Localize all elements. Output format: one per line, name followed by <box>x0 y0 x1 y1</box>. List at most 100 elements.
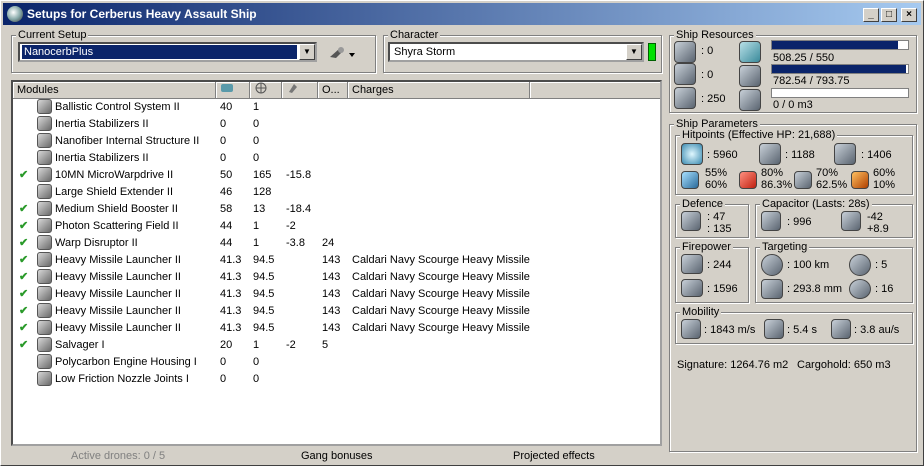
thermal-resist-armor: 86.3% <box>761 179 793 191</box>
character-value: Shyra Storm <box>394 46 456 58</box>
capacitor-delta-recharge: +8.9 <box>867 223 889 235</box>
module-optimal: 143 <box>322 305 341 317</box>
module-powergrid: 0 <box>253 373 260 385</box>
module-optimal: 5 <box>322 339 329 351</box>
targeting-label: Targeting <box>760 241 810 254</box>
table-row[interactable]: ✔ Heavy Missile Launcher II 41.3 94.5 143 Cal… <box>13 303 660 320</box>
col-modules[interactable]: Modules <box>13 82 216 99</box>
close-button[interactable]: × <box>901 8 917 22</box>
table-row[interactable]: Large Shield Extender II 46 128 <box>13 184 660 201</box>
character-label: Character <box>388 29 441 42</box>
defence-label: Defence <box>680 198 725 211</box>
powergrid-bar-fill <box>772 65 907 73</box>
setup-select[interactable]: NanocerbPlus ▼ <box>18 42 317 62</box>
cpu-bar <box>771 40 909 50</box>
active-drones-label[interactable]: Active drones: 0 / 5 <box>71 448 165 465</box>
em-resist-armor: 60% <box>705 179 728 191</box>
module-charge: Caldari Navy Scourge Heavy Missile <box>352 322 530 334</box>
maximize-button[interactable]: □ <box>881 8 897 22</box>
col-powergrid[interactable] <box>250 82 282 99</box>
module-powergrid: 94.5 <box>253 322 275 334</box>
module-capacitor: -15.8 <box>286 169 312 181</box>
cpu-icon <box>739 41 761 63</box>
module-powergrid: 94.5 <box>253 271 275 283</box>
character-select[interactable]: Shyra Storm ▼ <box>388 42 644 62</box>
module-powergrid: 1 <box>253 339 260 351</box>
module-icon <box>37 167 52 182</box>
module-powergrid: 0 <box>253 356 260 368</box>
table-row[interactable]: Inertia Stabilizers II 0 0 <box>13 116 660 133</box>
module-icon <box>37 150 52 165</box>
velocity-value: : 1843 m/s <box>704 324 756 336</box>
ship-tools-icon <box>330 47 355 58</box>
table-row[interactable]: ✔ 10MN MicroWarpdrive II 50 165 -15.8 <box>13 167 660 184</box>
col-optimal[interactable]: O... <box>318 82 348 99</box>
col-charges[interactable]: Charges <box>348 82 530 99</box>
med-slot-icon <box>674 63 696 85</box>
table-row[interactable]: ✔ Heavy Missile Launcher II 41.3 94.5 143 Cal… <box>13 269 660 286</box>
module-optimal: 143 <box>322 271 341 283</box>
thermal-resist-icon <box>739 171 757 189</box>
shield-icon <box>681 143 703 165</box>
module-powergrid: 94.5 <box>253 288 275 300</box>
capacitor-label: Capacitor (Lasts: 28s) <box>760 198 872 211</box>
capacitor-icon <box>289 84 297 93</box>
module-optimal: 24 <box>322 237 335 249</box>
table-row[interactable]: Ballistic Control System II 40 1 <box>13 99 660 116</box>
module-cpu: 58 <box>220 203 233 215</box>
modules-list[interactable]: Modules O... Charges Ballistic Control S… <box>11 80 662 446</box>
setups-window: Setups for Cerberus Heavy Assault Ship _… <box>0 0 924 466</box>
col-capacitor[interactable] <box>282 82 318 99</box>
defence-icon <box>681 211 701 231</box>
module-capacitor: -2 <box>286 220 296 232</box>
window-title: Setups for Cerberus Heavy Assault Ship <box>27 7 257 21</box>
module-cpu: 41.3 <box>220 271 242 283</box>
setup-options-button[interactable] <box>327 43 359 63</box>
chevron-down-icon[interactable]: ▼ <box>626 44 642 60</box>
powergrid-bar <box>771 64 909 74</box>
module-cpu: 0 <box>220 135 227 147</box>
module-name: Low Friction Nozzle Joints I <box>55 373 189 385</box>
kinetic-resist-armor: 62.5% <box>816 179 848 191</box>
module-powergrid: 0 <box>253 118 260 130</box>
cargohold: Cargohold: 650 m3 <box>797 359 891 371</box>
table-row[interactable]: Polycarbon Engine Housing I 0 0 <box>13 354 660 371</box>
module-capacitor: -3.8 <box>286 237 305 249</box>
firepower-label: Firepower <box>680 241 733 254</box>
module-name: 10MN MicroWarpdrive II <box>55 169 174 181</box>
module-optimal: 143 <box>322 322 341 334</box>
gang-bonuses-label[interactable]: Gang bonuses <box>301 448 373 465</box>
armor-hp: : 1188 <box>785 149 815 161</box>
module-cpu: 0 <box>220 356 227 368</box>
table-row[interactable]: ✔ Salvager I 20 1 -2 5 <box>13 337 660 354</box>
chevron-down-icon[interactable]: ▼ <box>299 44 315 60</box>
module-cpu: 0 <box>220 118 227 130</box>
module-charge: Caldari Navy Scourge Heavy Missile <box>352 288 530 300</box>
hi-slot-icon <box>674 41 696 63</box>
powergrid-icon <box>739 65 761 87</box>
table-row[interactable]: Inertia Stabilizers II 0 0 <box>13 150 660 167</box>
projected-effects-label[interactable]: Projected effects <box>513 448 595 465</box>
col-cpu[interactable] <box>216 82 250 99</box>
module-name: Photon Scattering Field II <box>55 220 179 232</box>
table-row[interactable]: ✔ Photon Scattering Field II 44 1 -2 <box>13 218 660 235</box>
signature-radius: Signature: 1264.76 m2 <box>677 359 789 371</box>
table-row[interactable]: ✔ Heavy Missile Launcher II 41.3 94.5 143 Cal… <box>13 286 660 303</box>
module-name: Nanofiber Internal Structure II <box>55 135 200 147</box>
module-capacitor: -18.4 <box>286 203 312 215</box>
module-powergrid: 128 <box>253 186 272 198</box>
align-time-value: : 5.4 s <box>787 324 817 336</box>
minimize-button[interactable]: _ <box>863 8 879 22</box>
table-row[interactable]: Low Friction Nozzle Joints I 0 0 <box>13 371 660 388</box>
table-row[interactable]: ✔ Heavy Missile Launcher II 41.3 94.5 143 Cal… <box>13 252 660 269</box>
table-row[interactable]: ✔ Warp Disruptor II 44 1 -3.8 24 <box>13 235 660 252</box>
cap-recharge-icon <box>841 211 861 231</box>
title-bar[interactable]: Setups for Cerberus Heavy Assault Ship _… <box>3 3 921 25</box>
module-active-check: ✔ <box>19 322 29 334</box>
module-charge: Caldari Navy Scourge Heavy Missile <box>352 271 530 283</box>
table-row[interactable]: Nanofiber Internal Structure II 0 0 <box>13 133 660 150</box>
calibration-icon <box>674 87 696 109</box>
table-row[interactable]: ✔ Heavy Missile Launcher II 41.3 94.5 143 Cal… <box>13 320 660 337</box>
hull-hp: : 1406 <box>861 149 892 161</box>
table-row[interactable]: ✔ Medium Shield Booster II 58 13 -18.4 <box>13 201 660 218</box>
